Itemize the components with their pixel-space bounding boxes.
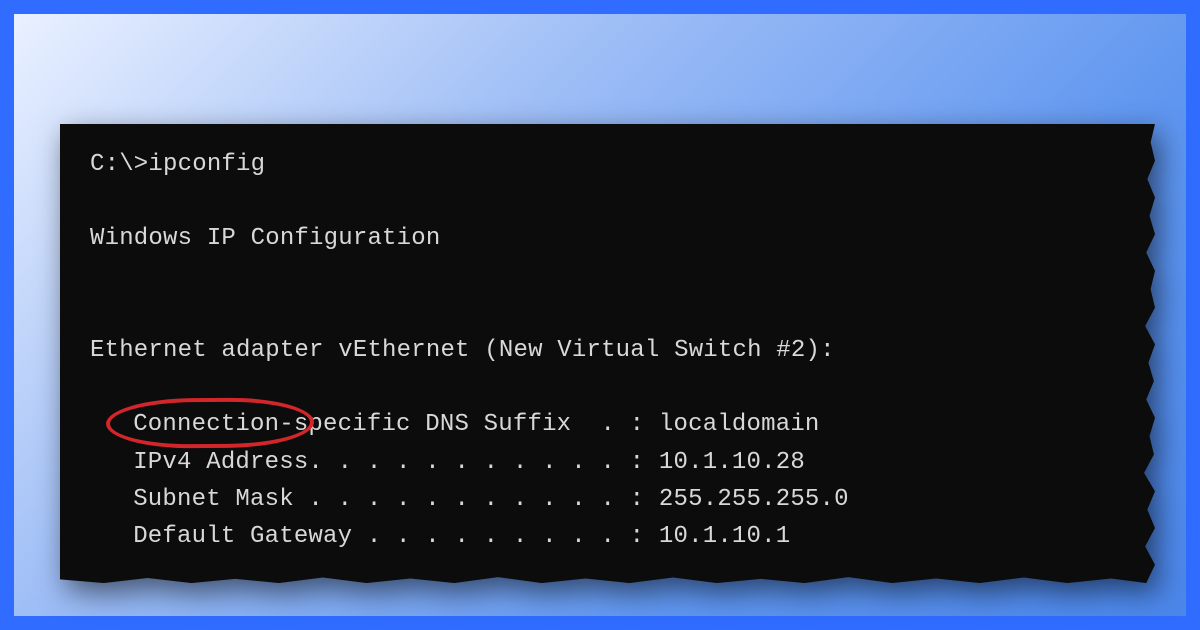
adapter-header: Ethernet adapter vEthernet (New Virtual … <box>90 337 835 364</box>
illustration-frame: C:\>ipconfig Windows IP Configuration Et… <box>0 0 1200 630</box>
subnet-mask-label: Subnet Mask . . . . . . . . . . . : <box>133 486 644 513</box>
ipv4-address-value: 10.1.10.28 <box>659 449 805 476</box>
subnet-mask-value: 255.255.255.0 <box>659 486 849 513</box>
default-gateway-label: Default Gateway . . . . . . . . . : <box>133 523 644 550</box>
default-gateway-value: 10.1.10.1 <box>659 523 790 550</box>
config-header: Windows IP Configuration <box>90 225 440 252</box>
terminal-window: C:\>ipconfig Windows IP Configuration Et… <box>60 124 1155 583</box>
dns-suffix-value: localdomain <box>659 411 820 438</box>
prompt: C:\> <box>90 151 148 178</box>
terminal-output: C:\>ipconfig Windows IP Configuration Et… <box>60 124 1155 583</box>
command-text: ipconfig <box>148 151 265 178</box>
ipv4-address-label: IPv4 Address. . . . . . . . . . . : <box>133 449 644 476</box>
dns-suffix-label: Connection-specific DNS Suffix . : <box>133 411 644 438</box>
